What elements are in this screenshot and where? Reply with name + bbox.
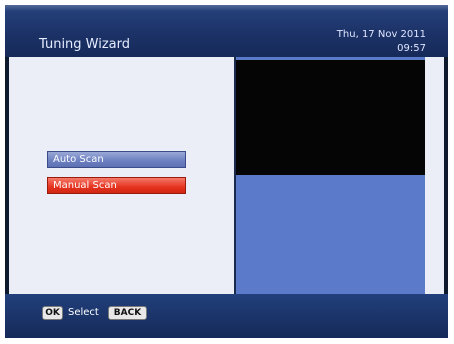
auto-scan-button[interactable]: Auto Scan [47,151,186,168]
page-title: Tuning Wizard [39,37,131,52]
wizard-frame: Tuning Wizard Thu, 17 Nov 2011 09:57 Aut… [5,5,448,338]
header-bar: Tuning Wizard Thu, 17 Nov 2011 09:57 [5,5,448,57]
time-display: 09:57 [397,43,426,54]
video-preview [236,60,425,175]
menu-panel [9,57,234,294]
back-key-badge[interactable]: BACK [108,306,147,320]
ok-key-badge[interactable]: OK [42,306,63,320]
manual-scan-button[interactable]: Manual Scan [47,177,186,194]
right-margin-panel [425,57,444,294]
tv-screen: Tuning Wizard Thu, 17 Nov 2011 09:57 Aut… [0,0,454,344]
ok-action-label: Select [68,307,99,318]
date-display: Thu, 17 Nov 2011 [336,29,426,40]
header-glow [5,5,448,11]
